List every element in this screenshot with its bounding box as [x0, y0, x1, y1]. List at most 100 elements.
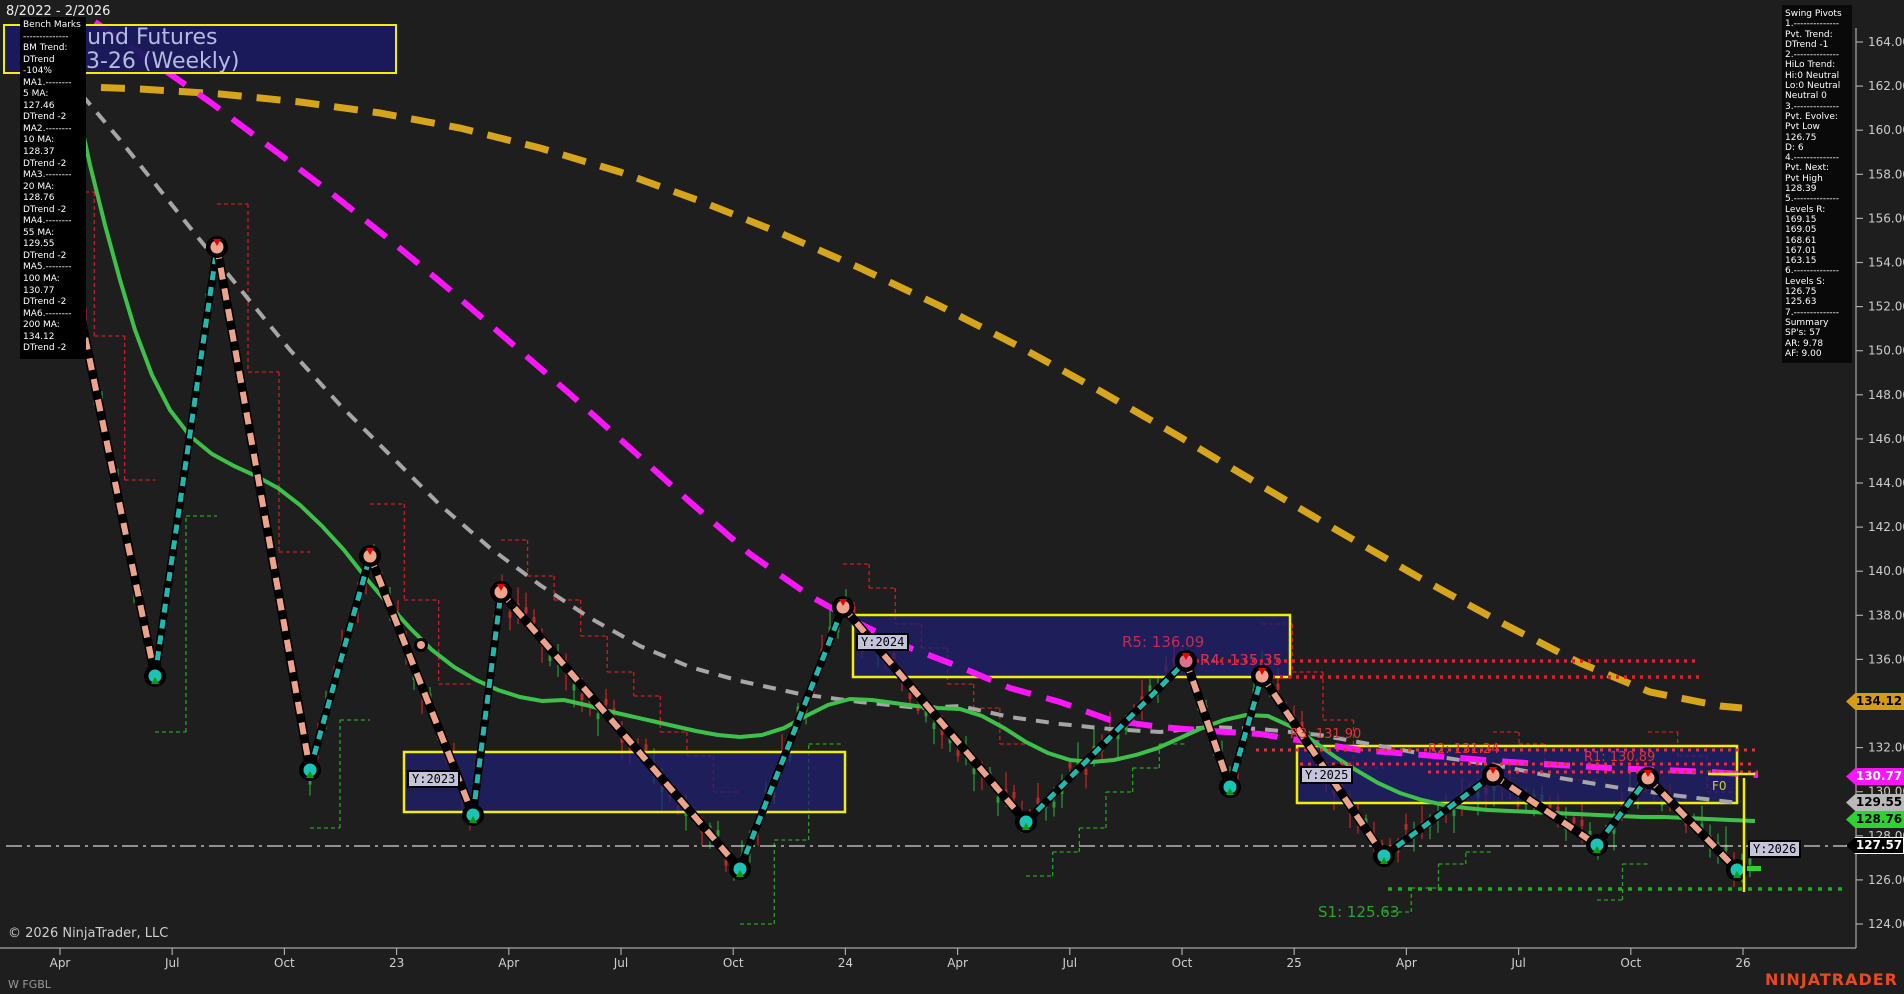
benchmarks-line: DTrend -2 [23, 158, 67, 169]
benchmarks-line: 100 MA: [23, 274, 60, 285]
swing-pivots-line: 4.-------------- [1785, 153, 1840, 164]
level-label-R1: R1: 130.89 [1584, 750, 1655, 765]
swing-pivots-line: Summary [1785, 317, 1829, 328]
benchmarks-line: MA4.-------- [23, 216, 72, 227]
swing-pivots-line: Swing Pivots [1785, 9, 1842, 19]
copyright-label: © 2026 NinjaTrader, LLC [8, 926, 169, 941]
chart-title-line1: Bund Futures [72, 25, 218, 50]
time-axis-label[interactable]: Jul [164, 956, 179, 970]
chart-canvas[interactable]: R5: 136.09R4: 135.35 R3: 131.90 R2: 131.24… [0, 0, 1904, 994]
price-tag-129.55: 129.55 [1846, 794, 1904, 811]
pivot-marker-high [1637, 767, 1659, 789]
price-axis-label[interactable]: 136.00 [1868, 652, 1904, 666]
swing-pivots-line: Pvt High [1785, 173, 1823, 184]
level-label-R3: R3: 131.90 [1290, 727, 1361, 742]
time-axis-label[interactable]: Oct [1172, 956, 1193, 970]
swing-pivots-line: Pvt. Trend: [1785, 29, 1833, 40]
time-axis-label[interactable]: Jul [1510, 956, 1525, 970]
ninjatrader-logo: NINJATRADER [1765, 970, 1898, 989]
benchmarks-indicator-panel: Bench Marks -------------- BM Trend: DTrend… [20, 17, 86, 359]
price-axis-label[interactable]: 124.00 [1868, 917, 1904, 931]
price-axis-label[interactable]: 154.00 [1868, 256, 1904, 270]
year-chip-2024[interactable]: Y:2024 [856, 633, 910, 651]
pivot-marker-high [490, 581, 512, 603]
price-tag-128.76: 128.76 [1846, 811, 1904, 828]
year-chip-2026[interactable]: Y:2026 [1748, 840, 1802, 858]
pivot-marker-high [359, 545, 381, 567]
benchmarks-line: 10 MA: [23, 135, 55, 146]
benchmarks-line: MA1.-------- [23, 77, 72, 88]
price-axis-label[interactable]: 126.00 [1868, 873, 1904, 887]
price-axis-label[interactable]: 140.00 [1868, 564, 1904, 578]
swing-pivots-line: 126.75 [1785, 132, 1817, 143]
benchmarks-line: DTrend -104% [23, 54, 55, 77]
benchmarks-line: MA5.-------- [23, 262, 72, 273]
pivot-marker-low [1015, 811, 1037, 833]
time-axis-label[interactable]: 26 [1735, 956, 1750, 970]
price-tag-134.12: 134.12 [1846, 693, 1904, 710]
price-axis-label[interactable]: 162.00 [1868, 79, 1904, 93]
price-axis-label[interactable]: 148.00 [1868, 388, 1904, 402]
benchmarks-line: -------------- [23, 31, 69, 42]
price-axis-label[interactable]: 156.00 [1868, 211, 1904, 225]
benchmarks-line: DTrend -2 [23, 250, 67, 261]
benchmarks-line: 5 MA: [23, 89, 49, 100]
swing-pivots-line: Pvt Low [1785, 122, 1820, 133]
time-axis-label[interactable]: Apr [947, 956, 968, 970]
price-axis-label[interactable]: 158.00 [1868, 167, 1904, 181]
year-chip-2025[interactable]: Y:2025 [1300, 766, 1354, 784]
swing-pivots-line: AF: 9.00 [1785, 348, 1822, 359]
swing-pivots-line: 163.15 [1785, 256, 1817, 267]
price-axis-label[interactable]: 142.00 [1868, 520, 1904, 534]
time-axis-label[interactable]: Apr [498, 956, 519, 970]
price-axis-label[interactable]: 152.00 [1868, 300, 1904, 314]
benchmarks-line: MA6.-------- [23, 308, 72, 319]
swing-pivots-line: Levels S: [1785, 276, 1826, 287]
time-axis-label[interactable]: 24 [838, 956, 853, 970]
price-axis-label[interactable]: 138.00 [1868, 608, 1904, 622]
level-label-R4: R4: 135.35 [1200, 651, 1282, 669]
swing-pivots-line: AR: 9.78 [1785, 338, 1824, 349]
swing-pivots-line: D: 6 [1785, 142, 1804, 153]
level-label-S1: S1: 125.63 [1318, 903, 1399, 921]
time-axis-label[interactable]: Oct [1620, 956, 1641, 970]
pivot-marker-minor [414, 638, 428, 652]
price-axis-label[interactable]: 164.00 [1868, 35, 1904, 49]
benchmarks-line: 128.76 [23, 193, 55, 204]
level-label-R2: R2: 131.24 [1428, 742, 1499, 757]
benchmarks-line: 20 MA: [23, 181, 55, 192]
time-axis-label[interactable]: 25 [1287, 956, 1302, 970]
time-axis-label[interactable]: 23 [389, 956, 404, 970]
time-axis-label[interactable]: Apr [50, 956, 71, 970]
price-tag-127.57: 127.57 [1846, 837, 1904, 854]
benchmarks-line: Bench Marks [23, 20, 81, 30]
level-label-R5: R5: 136.09 [1122, 633, 1204, 651]
trailing-stop-steps [64, 191, 1737, 925]
time-axis-label[interactable]: Jul [1062, 956, 1077, 970]
benchmarks-line: 128.37 [23, 147, 55, 158]
price-axis-label[interactable]: 150.00 [1868, 344, 1904, 358]
pivot-marker-low [1219, 776, 1241, 798]
price-axis-label[interactable]: 160.00 [1868, 123, 1904, 137]
benchmarks-line: 200 MA: [23, 320, 60, 331]
instrument-label: W FGBL [8, 978, 51, 991]
price-axis-label[interactable]: 132.00 [1868, 741, 1904, 755]
swing-pivots-line: 7.-------------- [1785, 307, 1840, 318]
benchmarks-line: 130.77 [23, 285, 55, 296]
price-axis-label[interactable]: 144.00 [1868, 476, 1904, 490]
swing-pivots-line: 6.-------------- [1785, 266, 1840, 277]
time-axis-label[interactable]: Jul [613, 956, 628, 970]
time-axis-label[interactable]: Oct [723, 956, 744, 970]
swing-pivots-line: 126.75 [1785, 287, 1817, 298]
swing-pivots-line: SP's: 57 [1785, 328, 1821, 339]
swing-pivots-line: 169.15 [1785, 214, 1817, 225]
swing-pivots-line: 3.-------------- [1785, 101, 1840, 112]
time-axis-label[interactable]: Apr [1396, 956, 1417, 970]
time-axis-label[interactable]: Oct [274, 956, 295, 970]
swing-pivots-line: 1.-------------- [1785, 19, 1840, 30]
year-chip-2023[interactable]: Y:2023 [407, 770, 461, 788]
swing-pivots-line: 128.39 [1785, 184, 1817, 195]
pivot-marker-high [206, 236, 228, 258]
swing-pivots-line: Hi:0 Neutral [1785, 70, 1840, 81]
price-axis-label[interactable]: 146.00 [1868, 432, 1904, 446]
